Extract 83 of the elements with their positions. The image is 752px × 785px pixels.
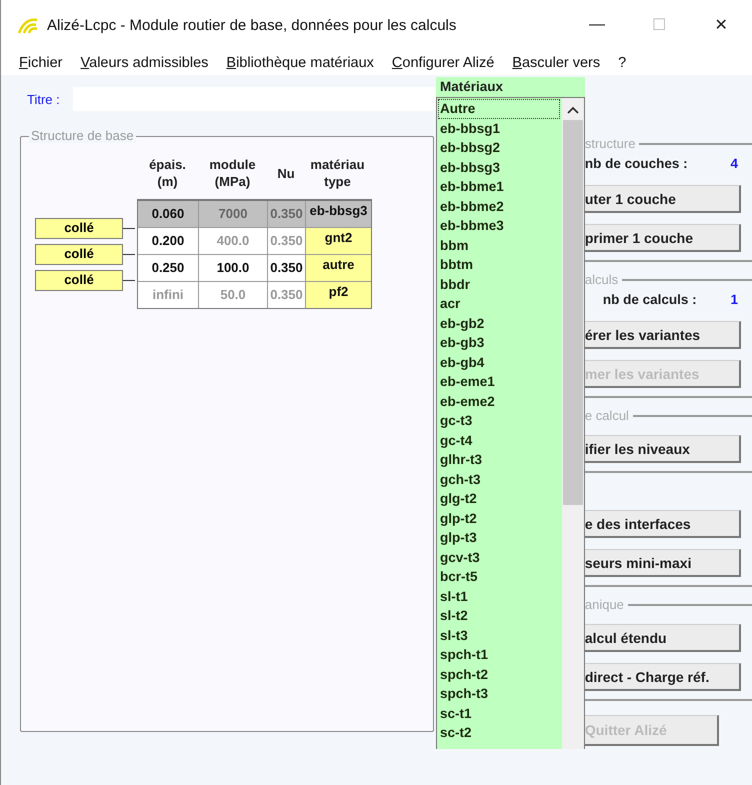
action-button[interactable]: alcul étendu (584, 624, 741, 652)
action-button[interactable]: ifier les niveaux (584, 435, 741, 463)
material-cell[interactable]: autre (306, 255, 371, 281)
window-title: Alizé-Lcpc - Module routier de base, données pour les calculs (47, 16, 458, 34)
list-item[interactable]: bcr-t5 (437, 567, 562, 586)
list-item[interactable]: eb-bbme2 (437, 196, 562, 216)
action-button[interactable]: primer 1 couche (584, 224, 741, 252)
menu-item[interactable]: Configurer Alizé (392, 54, 494, 70)
count-label: nb de calculs : (602, 292, 697, 306)
list-item[interactable]: gc-t3 (437, 411, 562, 430)
group-title: alculs (584, 272, 618, 288)
minimize-button[interactable]: — (566, 16, 628, 34)
close-button[interactable]: ✕ (690, 15, 752, 35)
list-item[interactable]: sc-t2 (437, 723, 562, 742)
table-cell[interactable]: 0.200 (138, 228, 199, 254)
column-header: épais. (m) (148, 156, 187, 190)
list-item[interactable]: gc-t4 (437, 430, 562, 450)
action-button[interactable]: seurs mini-maxi (584, 549, 741, 577)
material-cell[interactable]: gnt2 (306, 228, 371, 254)
list-item[interactable]: gcv-t3 (437, 548, 562, 567)
list-item[interactable]: eb-gb3 (437, 333, 562, 352)
group-title: e calcul (584, 408, 629, 424)
list-item[interactable]: eb-gb2 (437, 314, 562, 333)
menu-item[interactable]: Fichier (19, 54, 63, 70)
scrollbar-drawing[interactable] (562, 98, 584, 749)
interface-field[interactable]: collé (35, 270, 123, 290)
list-item[interactable]: Autre (438, 99, 560, 118)
column-header: matériau type (309, 156, 366, 190)
list-item[interactable]: eb-bbsg2 (437, 138, 562, 158)
list-item[interactable]: acr (437, 294, 562, 314)
table-cell[interactable]: 100.0 (199, 255, 268, 281)
list-item[interactable]: sl-t2 (437, 606, 562, 626)
title-input-field[interactable] (73, 87, 437, 111)
list-item[interactable]: glp-t3 (437, 528, 562, 548)
list-item[interactable]: glg-t2 (437, 489, 562, 508)
list-item[interactable]: sl-t3 (437, 626, 562, 645)
list-item[interactable]: bbm (437, 236, 562, 255)
title-label: Titre : (27, 92, 61, 106)
action-button[interactable]: e des interfaces (584, 510, 741, 538)
layer-row[interactable]: 0.060 7000 0.350 eb-bbsg3 (138, 201, 371, 228)
count-label: nb de couches : (584, 156, 688, 170)
table-cell[interactable]: 0.060 (138, 201, 199, 227)
list-item[interactable]: bbdr (437, 274, 562, 294)
list-item[interactable]: eb-bbsg3 (437, 158, 562, 177)
list-item[interactable]: eb-bbme1 (437, 177, 562, 196)
material-cell[interactable]: pf2 (306, 282, 371, 308)
action-button[interactable]: érer les variantes (584, 321, 741, 349)
list-item[interactable]: spch-t3 (437, 684, 562, 704)
list-item[interactable]: spch-t1 (437, 645, 562, 664)
interface-field[interactable]: collé (35, 218, 123, 238)
list-item[interactable]: eb-bbme3 (437, 216, 562, 236)
menu-item[interactable]: ? (618, 54, 626, 70)
list-item[interactable]: eb-eme1 (437, 372, 562, 392)
list-item[interactable]: gch-t3 (437, 470, 562, 489)
column-header: Nu (276, 164, 296, 182)
count-value: 1 (730, 292, 738, 306)
layer-row[interactable]: 0.250 100.0 0.350 autre (138, 255, 371, 282)
group-title: structure (584, 136, 636, 152)
menu-item[interactable]: Valeurs admissibles (80, 54, 208, 70)
count-value: 4 (730, 156, 738, 170)
group-title: anique (584, 597, 624, 613)
material-list[interactable] (436, 97, 585, 749)
menu-item[interactable]: Basculer vers (512, 54, 600, 70)
table-cell[interactable]: 0.250 (138, 255, 199, 281)
list-item[interactable]: eb-bbsg1 (437, 118, 562, 138)
action-button[interactable]: direct - Charge réf. (584, 663, 741, 691)
list-item[interactable]: glhr-t3 (437, 450, 562, 470)
menu-item[interactable]: Bibliothèque matériaux (226, 54, 374, 70)
dropdown-header: Matériaux (436, 77, 585, 97)
column-header: module (MPa) (208, 156, 257, 190)
list-item[interactable]: spch-t2 (437, 664, 562, 684)
interface-field[interactable]: collé (35, 244, 123, 264)
group-title: Structure de base (29, 128, 136, 143)
layer-row[interactable]: 0.200 400.0 0.350 gnt2 (138, 228, 371, 255)
list-item[interactable]: eb-gb4 (437, 352, 562, 372)
list-item[interactable]: sc-t1 (437, 704, 562, 723)
list-item[interactable]: sl-t1 (437, 586, 562, 606)
list-item[interactable]: glp-t2 (437, 508, 562, 528)
layer-row[interactable]: infini 50.0 0.350 pf2 (138, 282, 371, 308)
app-logo-icon (17, 16, 39, 34)
action-button[interactable]: uter 1 couche (584, 185, 741, 213)
list-item[interactable]: bbtm (437, 255, 562, 274)
list-item[interactable]: eb-eme2 (437, 392, 562, 411)
